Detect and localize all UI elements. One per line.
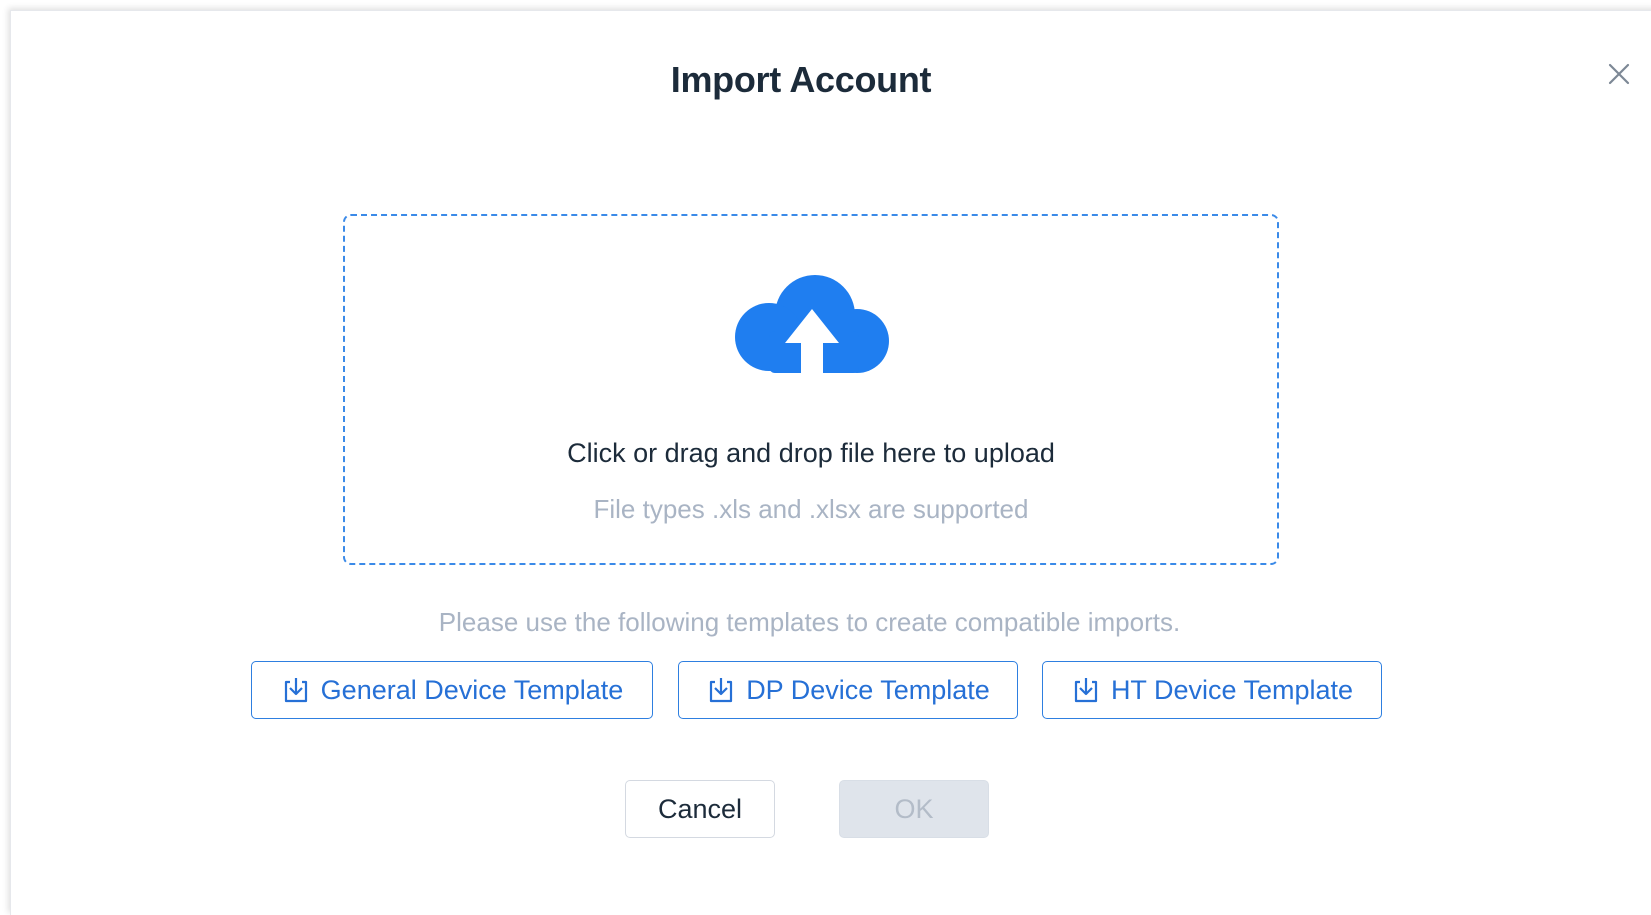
close-button[interactable] <box>1601 56 1637 92</box>
ok-button[interactable]: OK <box>839 780 989 838</box>
ht-device-template-button[interactable]: HT Device Template <box>1042 661 1382 719</box>
import-account-dialog: Import Account Click or drag and drop fi… <box>10 10 1651 915</box>
dropzone-instruction: Click or drag and drop file here to uplo… <box>567 438 1055 468</box>
ht-device-template-label: HT Device Template <box>1110 674 1354 705</box>
dp-device-template-label: DP Device Template <box>746 674 990 705</box>
download-icon <box>284 678 307 703</box>
general-device-template-button[interactable]: General Device Template <box>251 661 653 719</box>
cancel-button[interactable]: Cancel <box>625 780 775 838</box>
template-hint: Please use the following templates to cr… <box>438 607 1181 637</box>
close-icon <box>1608 63 1630 85</box>
dialog-title: Import Account <box>670 59 932 100</box>
upload-dropzone[interactable]: Click or drag and drop file here to uplo… <box>343 214 1279 565</box>
cloud-upload-icon <box>735 275 889 377</box>
download-icon <box>710 678 733 703</box>
dropzone-file-types: File types .xls and .xlsx are supported <box>593 494 1029 524</box>
page-background: Import Account Click or drag and drop fi… <box>0 0 1651 915</box>
dp-device-template-button[interactable]: DP Device Template <box>678 661 1018 719</box>
general-device-template-label: General Device Template <box>320 674 624 705</box>
download-icon <box>1074 678 1098 703</box>
